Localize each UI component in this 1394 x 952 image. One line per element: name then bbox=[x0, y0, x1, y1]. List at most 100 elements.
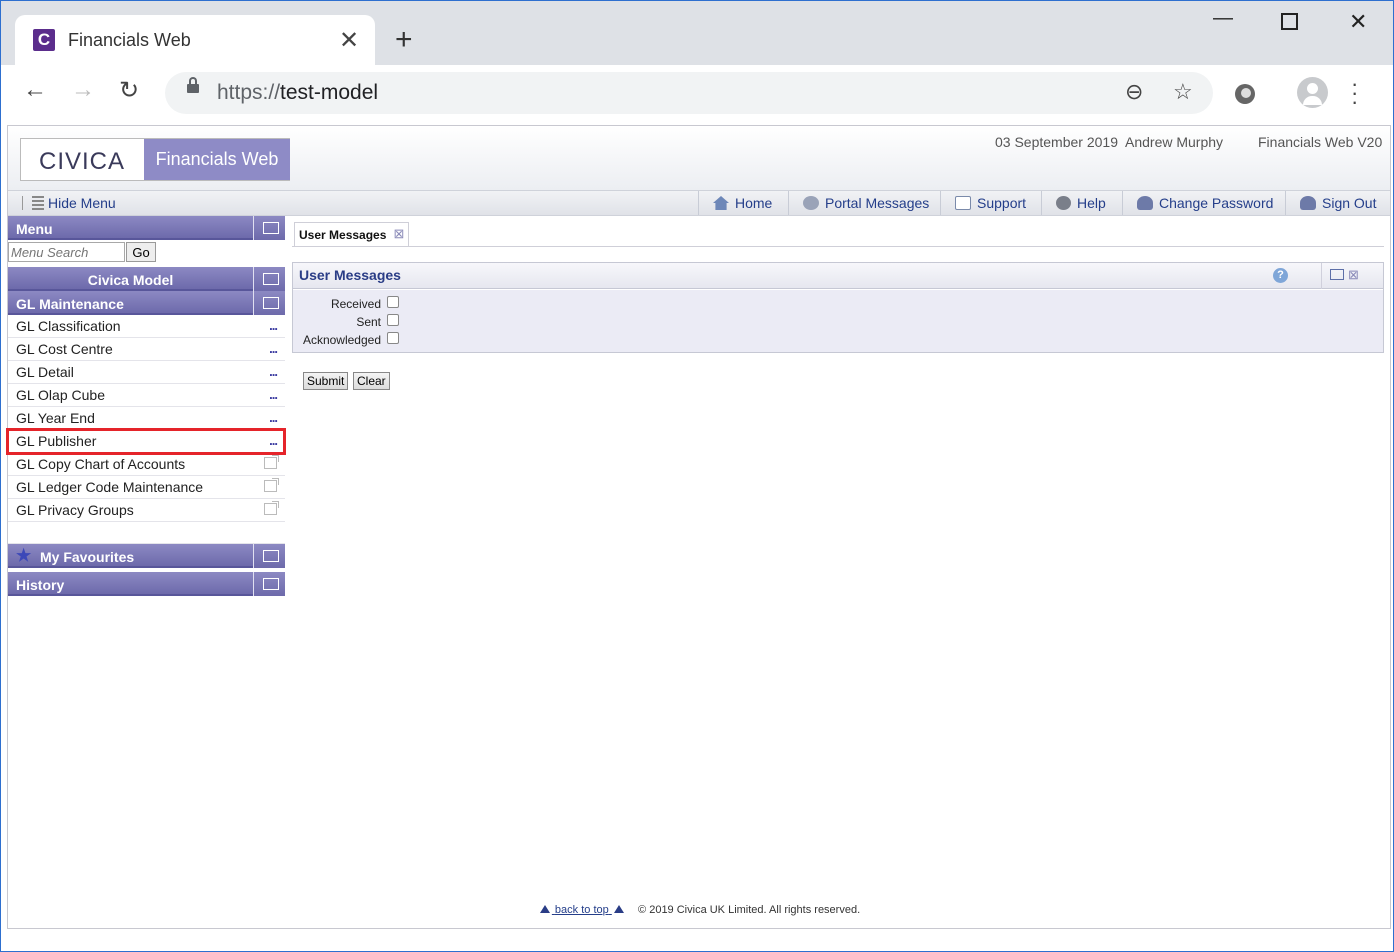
more-dots-icon[interactable]: ... bbox=[269, 364, 278, 379]
menu-item-label: GL Cost Centre bbox=[16, 341, 113, 357]
header-version: Financials Web V20 bbox=[1258, 134, 1383, 150]
nav-help[interactable]: Help bbox=[1041, 191, 1106, 215]
reload-icon[interactable]: ↻ bbox=[119, 76, 139, 105]
lock-icon bbox=[187, 77, 199, 93]
address-bar[interactable]: https://test-model ⊖ ☆ bbox=[165, 72, 1213, 114]
menu-item-label: GL Ledger Code Maintenance bbox=[16, 479, 204, 495]
menu-collapse-icon[interactable] bbox=[253, 216, 285, 240]
user-messages-panel: User Messages ? ⊠ Received Sent Acknowle… bbox=[292, 262, 1384, 353]
menu-item-gl-copy-chart-of-accounts[interactable]: GL Copy Chart of Accounts bbox=[8, 453, 285, 476]
new-tab-button[interactable]: + bbox=[395, 25, 413, 55]
forward-arrow-icon[interactable]: → bbox=[71, 76, 95, 104]
minimize-icon[interactable]: — bbox=[1213, 7, 1233, 30]
menu-item-gl-year-end[interactable]: GL Year End... bbox=[8, 407, 285, 430]
popout-icon[interactable] bbox=[264, 455, 279, 469]
menu-item-gl-publisher[interactable]: GL Publisher... bbox=[6, 428, 286, 455]
panel-header: User Messages ? ⊠ bbox=[293, 263, 1383, 289]
profile-avatar-icon[interactable] bbox=[1297, 77, 1328, 108]
civica-model-header[interactable]: Civica Model bbox=[8, 267, 285, 291]
submit-button[interactable]: Submit bbox=[303, 372, 349, 390]
gl-maintenance-title: GL Maintenance bbox=[16, 296, 124, 312]
close-tab-x-icon[interactable]: ⊠ bbox=[393, 226, 404, 242]
back-to-top-link[interactable]: back to top bbox=[538, 904, 626, 916]
envelope-icon bbox=[955, 196, 971, 210]
nav-help-label: Help bbox=[1077, 195, 1106, 211]
popout-icon[interactable] bbox=[264, 478, 279, 492]
menu-item-label: GL Publisher bbox=[16, 433, 97, 449]
app-frame: CIVICA Financials Web 03 September 2019 … bbox=[6, 125, 1391, 929]
help-circle-icon[interactable]: ? bbox=[1273, 268, 1288, 283]
acknowledged-checkbox[interactable] bbox=[387, 332, 399, 344]
nav-home-label: Home bbox=[735, 195, 773, 211]
help-icon bbox=[1056, 196, 1071, 210]
menu-item-gl-ledger-code-maintenance[interactable]: GL Ledger Code Maintenance bbox=[8, 476, 285, 499]
hide-menu-button[interactable]: Hide Menu bbox=[22, 195, 116, 211]
menu-item-label: GL Detail bbox=[16, 364, 74, 380]
browser-toolbar: ← → ↻ https://test-model ⊖ ☆ · · · bbox=[1, 65, 1393, 121]
tab-user-messages[interactable]: User Messages ⊠ bbox=[294, 222, 410, 246]
gl-maintenance-header[interactable]: GL Maintenance bbox=[8, 291, 285, 315]
menu-search-row: Go bbox=[8, 240, 285, 265]
menu-item-gl-classification[interactable]: GL Classification... bbox=[8, 315, 285, 338]
url-scheme: https:// bbox=[217, 81, 281, 104]
my-favourites-header[interactable]: ★ My Favourites bbox=[8, 544, 285, 568]
more-dots-icon[interactable]: ... bbox=[269, 410, 278, 425]
nav-support-label: Support bbox=[977, 195, 1027, 211]
up-arrow-icon bbox=[539, 905, 550, 913]
history-collapse-icon[interactable] bbox=[253, 572, 285, 596]
window-close-icon[interactable]: ✕ bbox=[1349, 9, 1367, 35]
panel-title: User Messages bbox=[299, 267, 401, 283]
browser-menu-icon[interactable]: · · · bbox=[1351, 73, 1358, 113]
civica-favicon-icon: C bbox=[33, 29, 55, 51]
field-acknowledged: Acknowledged bbox=[293, 330, 403, 348]
hide-menu-icon bbox=[22, 196, 44, 210]
extension-icon[interactable] bbox=[1235, 84, 1255, 104]
menu-search-input[interactable] bbox=[8, 242, 125, 262]
clear-button[interactable]: Clear bbox=[353, 372, 390, 390]
go-button[interactable]: Go bbox=[126, 242, 156, 262]
favourites-collapse-icon[interactable] bbox=[253, 544, 285, 568]
menu-item-label: GL Classification bbox=[16, 318, 121, 334]
more-dots-icon[interactable]: ... bbox=[269, 387, 278, 402]
user-key-icon bbox=[1137, 196, 1153, 210]
sent-checkbox[interactable] bbox=[387, 314, 399, 326]
history-header[interactable]: History bbox=[8, 572, 285, 596]
maximize-icon[interactable] bbox=[1281, 13, 1298, 30]
app-header: CIVICA Financials Web 03 September 2019 … bbox=[8, 126, 1390, 190]
model-collapse-icon[interactable] bbox=[253, 267, 285, 291]
back-arrow-icon[interactable]: ← bbox=[23, 76, 47, 104]
nav-support[interactable]: Support bbox=[940, 191, 1026, 215]
menu-item-gl-olap-cube[interactable]: GL Olap Cube... bbox=[8, 384, 285, 407]
footer: back to top © 2019 Civica UK Limited. Al… bbox=[8, 904, 1390, 916]
menu-header: Menu bbox=[8, 216, 285, 240]
close-tab-icon[interactable]: ✕ bbox=[339, 26, 359, 55]
menu-item-gl-cost-centre[interactable]: GL Cost Centre... bbox=[8, 338, 285, 361]
menu-item-label: GL Copy Chart of Accounts bbox=[16, 456, 186, 472]
nav-change-password[interactable]: Change Password bbox=[1122, 191, 1273, 215]
message-icon bbox=[803, 196, 819, 210]
nav-portal-messages[interactable]: Portal Messages bbox=[788, 191, 929, 215]
logo-product-text: Financials Web bbox=[144, 139, 290, 180]
browser-window: C Financials Web ✕ + — ✕ ← → ↻ https://t… bbox=[0, 0, 1394, 952]
nav-sign-out[interactable]: Sign Out bbox=[1285, 191, 1376, 215]
menu-item-gl-privacy-groups[interactable]: GL Privacy Groups bbox=[8, 499, 285, 522]
zoom-out-icon[interactable]: ⊖ bbox=[1125, 79, 1143, 105]
nav-home[interactable]: Home bbox=[698, 191, 772, 215]
menu-item-gl-detail[interactable]: GL Detail... bbox=[8, 361, 285, 384]
menu-item-label: GL Privacy Groups bbox=[16, 502, 134, 518]
more-dots-icon[interactable]: ... bbox=[269, 318, 278, 333]
star-bookmark-icon[interactable]: ☆ bbox=[1173, 79, 1193, 105]
more-dots-icon[interactable]: ... bbox=[269, 433, 278, 448]
nav-sign-out-label: Sign Out bbox=[1322, 195, 1377, 211]
url-text[interactable]: https://test-model bbox=[217, 81, 378, 105]
received-checkbox[interactable] bbox=[387, 296, 399, 308]
panel-window-icon[interactable] bbox=[1330, 269, 1344, 280]
history-title: History bbox=[16, 577, 65, 593]
folder-up-icon[interactable] bbox=[253, 291, 285, 315]
panel-close-icon[interactable]: ⊠ bbox=[1348, 267, 1359, 283]
browser-tab[interactable]: C Financials Web ✕ bbox=[15, 15, 375, 65]
more-dots-icon[interactable]: ... bbox=[269, 341, 278, 356]
received-label: Received bbox=[330, 297, 381, 311]
acknowledged-label: Acknowledged bbox=[302, 333, 381, 347]
popout-icon[interactable] bbox=[264, 501, 279, 515]
